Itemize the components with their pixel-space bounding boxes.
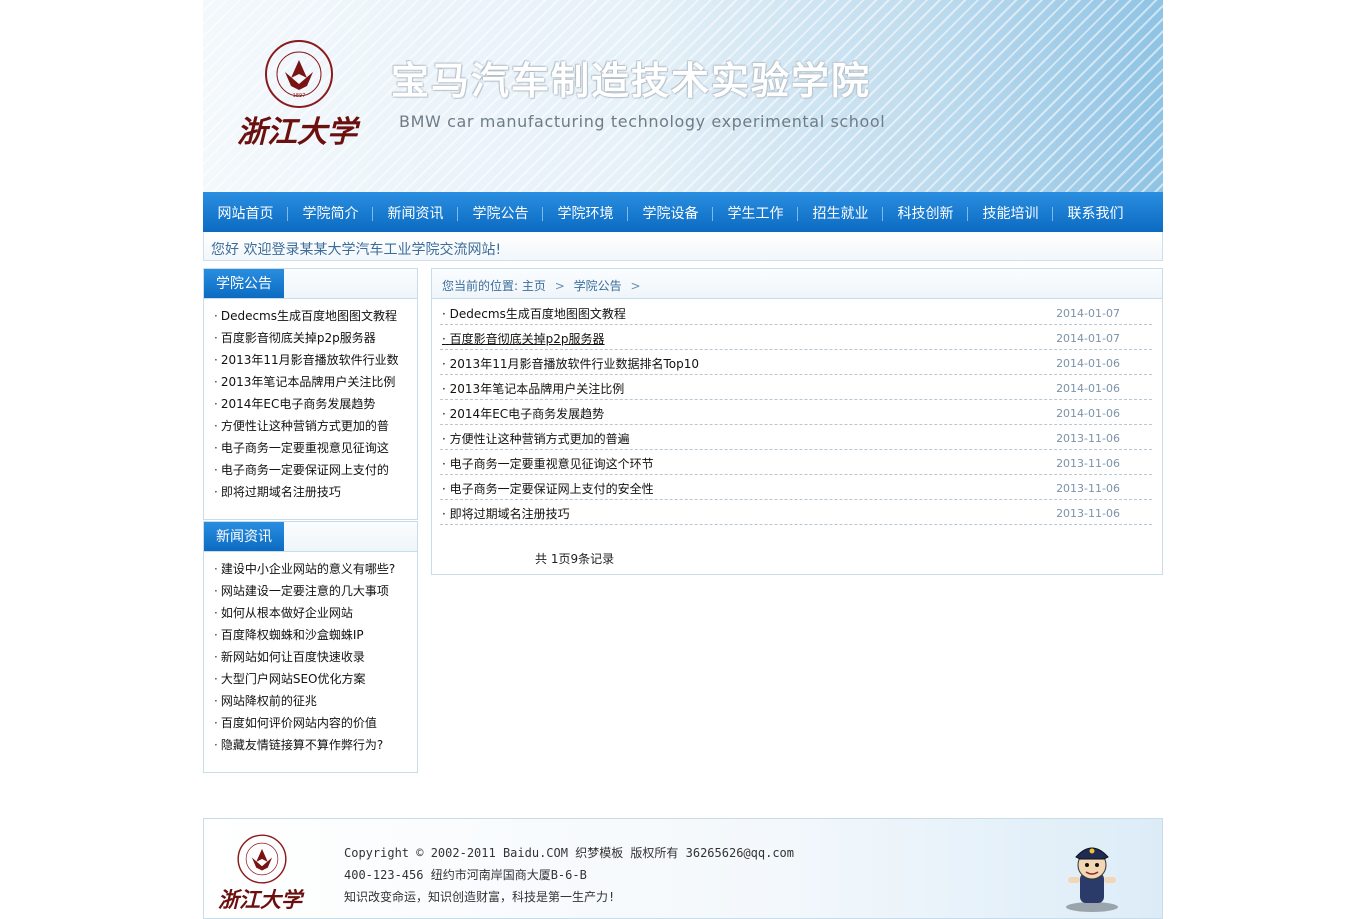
breadcrumb-current-link[interactable]: 学院公告	[574, 279, 622, 293]
list-item[interactable]: · 大型门户网站SEO优化方案	[214, 668, 402, 690]
nav-item-announcements[interactable]: 学院公告	[458, 192, 543, 232]
article-date: 2013-11-06	[1056, 507, 1120, 520]
article-date: 2014-01-06	[1056, 407, 1120, 420]
article-date: 2013-11-06	[1056, 457, 1120, 470]
pagination-info: 共 1页9条记录	[535, 552, 615, 566]
school-title-cn: 宝马汽车制造技术实验学院	[391, 59, 872, 103]
article-date: 2014-01-06	[1056, 382, 1120, 395]
list-item[interactable]: · 隐藏友情链接算不算作弊行为?	[214, 734, 402, 756]
svg-text:1897: 1897	[293, 93, 306, 99]
list-item[interactable]: · 电子商务一定要保证网上支付的	[214, 459, 402, 481]
table-row: · 2013年笔记本品牌用户关注比例 2014-01-06	[440, 375, 1152, 400]
welcome-bar: 您好 欢迎登录某某大学汽车工业学院交流网站!	[203, 232, 1163, 261]
sidebar-news: 新闻资讯 · 建设中小企业网站的意义有哪些? · 网站建设一定要注意的几大事项 · 如…	[203, 521, 418, 773]
list-item[interactable]: · 百度降权蜘蛛和沙盒蜘蛛IP	[214, 624, 402, 646]
svg-text:浙江大学: 浙江大学	[218, 887, 305, 912]
welcome-text: 您好 欢迎登录某某大学汽车工业学院交流网站!	[211, 242, 502, 258]
breadcrumb: 您当前的位置: 主页 > 学院公告 >	[432, 269, 1162, 299]
nav-item-innovation[interactable]: 科技创新	[883, 192, 968, 232]
sidebar-news-header: 新闻资讯	[204, 522, 417, 552]
list-item[interactable]: · 电子商务一定要重视意见征询这	[214, 437, 402, 459]
police-mascot-icon	[1066, 847, 1118, 912]
nav-item-home[interactable]: 网站首页	[203, 192, 288, 232]
list-item[interactable]: · 方便性让这种营销方式更加的普	[214, 415, 402, 437]
breadcrumb-home-link[interactable]: 主页	[522, 279, 546, 293]
sidebar-announcements: 学院公告 · Dedecms生成百度地图图文教程 · 百度影音彻底关掉p2p服务器 …	[203, 268, 418, 520]
article-list: · Dedecms生成百度地图图文教程 2014-01-07 · 百度影音彻底关…	[440, 300, 1152, 525]
table-row: · 方便性让这种营销方式更加的普遍 2013-11-06	[440, 425, 1152, 450]
breadcrumb-separator: >	[630, 279, 641, 293]
footer-copyright: Copyright © 2002-2011 Baidu.COM 织梦模板 版权所…	[344, 846, 795, 860]
list-item[interactable]: · 新网站如何让百度快速收录	[214, 646, 402, 668]
article-link[interactable]: · 电子商务一定要保证网上支付的安全性	[442, 480, 654, 497]
article-link[interactable]: · 2013年11月影音播放软件行业数据排名Top10	[442, 355, 699, 372]
sidebar-announcements-header: 学院公告	[204, 269, 417, 299]
table-row: · 电子商务一定要保证网上支付的安全性 2013-11-06	[440, 475, 1152, 500]
university-script-logo: 浙江大学	[237, 115, 361, 150]
footer-text: Copyright © 2002-2011 Baidu.COM 织梦模板 版权所…	[344, 842, 794, 908]
main-nav: 网站首页 学院简介 新闻资讯 学院公告 学院环境 学院设备 学生工作 招生就业 …	[203, 192, 1163, 232]
list-item[interactable]: · 建设中小企业网站的意义有哪些?	[214, 558, 402, 580]
sidebar-announcements-title: 学院公告	[204, 269, 284, 298]
article-link[interactable]: · Dedecms生成百度地图图文教程	[442, 305, 626, 322]
article-date: 2014-01-07	[1056, 332, 1120, 345]
table-row: · 2013年11月影音播放软件行业数据排名Top10 2014-01-06	[440, 350, 1152, 375]
article-link[interactable]: · 即将过期域名注册技巧	[442, 505, 570, 522]
footer-contact: 400-123-456 纽约市河南岸国商大厦B-6-B	[344, 868, 587, 882]
list-item[interactable]: · 即将过期域名注册技巧	[214, 481, 402, 503]
table-row: · 百度影音彻底关掉p2p服务器 2014-01-07	[440, 325, 1152, 350]
nav-item-equipment[interactable]: 学院设备	[628, 192, 713, 232]
nav-item-news[interactable]: 新闻资讯	[373, 192, 458, 232]
footer-slogan: 知识改变命运，知识创造财富，科技是第一生产力!	[344, 890, 616, 904]
table-row: · 电子商务一定要重视意见征询这个环节 2013-11-06	[440, 450, 1152, 475]
nav-item-contact[interactable]: 联系我们	[1053, 192, 1138, 232]
nav-item-training[interactable]: 技能培训	[968, 192, 1053, 232]
university-emblem-icon: 1897	[265, 40, 333, 108]
article-link[interactable]: · 电子商务一定要重视意见征询这个环节	[442, 455, 654, 472]
nav-item-admissions[interactable]: 招生就业	[798, 192, 883, 232]
breadcrumb-prefix: 您当前的位置:	[442, 279, 519, 293]
list-item[interactable]: · 2013年笔记本品牌用户关注比例	[214, 371, 402, 393]
article-date: 2013-11-06	[1056, 432, 1120, 445]
list-item[interactable]: · 百度影音彻底关掉p2p服务器	[214, 327, 402, 349]
list-item[interactable]: · Dedecms生成百度地图图文教程	[214, 305, 402, 327]
article-list-panel: 您当前的位置: 主页 > 学院公告 > · Dedecms生成百度地图图文教程 …	[431, 268, 1163, 575]
table-row: · 2014年EC电子商务发展趋势 2014-01-06	[440, 400, 1152, 425]
list-item[interactable]: · 如何从根本做好企业网站	[214, 602, 402, 624]
list-item[interactable]: · 2013年11月影音播放软件行业数	[214, 349, 402, 371]
list-item[interactable]: · 网站建设一定要注意的几大事项	[214, 580, 402, 602]
nav-item-student-work[interactable]: 学生工作	[713, 192, 798, 232]
table-row: · 即将过期域名注册技巧 2013-11-06	[440, 500, 1152, 525]
table-row: · Dedecms生成百度地图图文教程 2014-01-07	[440, 300, 1152, 325]
article-link[interactable]: · 方便性让这种营销方式更加的普遍	[442, 430, 630, 447]
university-script-logo: 浙江大学	[218, 887, 305, 912]
article-link[interactable]: · 2014年EC电子商务发展趋势	[442, 405, 604, 422]
school-title-en: BMW car manufacturing technology experim…	[399, 112, 886, 131]
university-emblem-icon	[237, 834, 287, 884]
sidebar-news-title: 新闻资讯	[204, 522, 284, 551]
nav-item-about[interactable]: 学院简介	[288, 192, 373, 232]
article-date: 2013-11-06	[1056, 482, 1120, 495]
footer: 浙江大学 Copyright © 2002-2011 Baidu.COM 织梦模…	[203, 818, 1163, 919]
article-date: 2014-01-06	[1056, 357, 1120, 370]
article-date: 2014-01-07	[1056, 307, 1120, 320]
header-banner: 1897 浙江大学 宝马汽车制造技术实验学院 BMW car manufactu…	[203, 0, 1163, 192]
breadcrumb-separator: >	[554, 279, 565, 293]
article-link[interactable]: · 百度影音彻底关掉p2p服务器	[442, 330, 605, 347]
nav-item-environment[interactable]: 学院环境	[543, 192, 628, 232]
svg-text:浙江大学: 浙江大学	[237, 115, 361, 150]
list-item[interactable]: · 2014年EC电子商务发展趋势	[214, 393, 402, 415]
list-item[interactable]: · 网站降权前的征兆	[214, 690, 402, 712]
list-item[interactable]: · 百度如何评价网站内容的价值	[214, 712, 402, 734]
article-link[interactable]: · 2013年笔记本品牌用户关注比例	[442, 380, 624, 397]
